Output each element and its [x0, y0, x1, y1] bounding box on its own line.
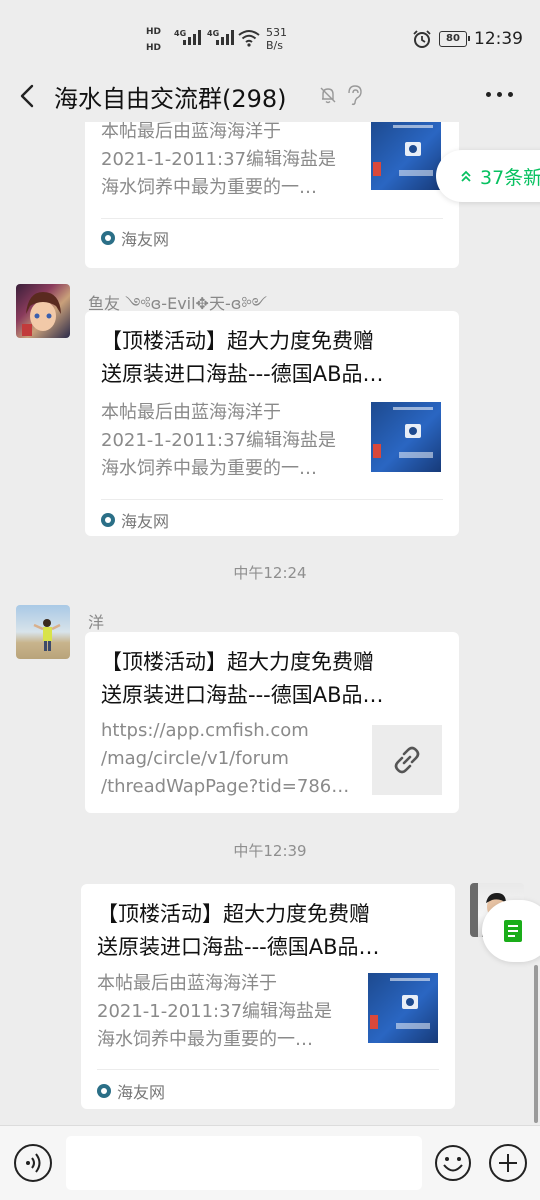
hd-indicator-2: HD [146, 43, 162, 53]
article-thumbnail [371, 122, 441, 190]
link-card[interactable]: 【顶楼活动】超大力度免费赠 送原装进口海盐---德国AB品… https://a… [85, 632, 459, 813]
timestamp: 中午12:24 [233, 564, 307, 582]
network-speed: 531 B/s [266, 26, 287, 52]
voice-icon[interactable] [14, 1144, 52, 1182]
article-source: 海友网 [101, 508, 169, 532]
site-icon [101, 513, 115, 527]
status-bar: HD HD 4G 4G 531 B/s 80 12:39 [0, 0, 540, 80]
link-title: 【顶楼活动】超大力度免费赠 送原装进口海盐---德国AB品… [101, 650, 384, 707]
clock: 12:39 [474, 29, 523, 49]
divider [101, 218, 443, 219]
alarm-icon [413, 30, 431, 48]
hd-indicator-1: HD [146, 27, 162, 37]
chat-header: 海水自由交流群(298) [0, 70, 540, 122]
site-icon [101, 231, 115, 245]
site-icon [97, 1084, 111, 1098]
back-icon[interactable] [14, 80, 44, 112]
divider [101, 499, 443, 500]
avatar[interactable] [16, 284, 70, 338]
signal-icon [183, 30, 201, 45]
article-thumbnail [371, 402, 441, 472]
article-description: 本帖最后由蓝海海洋于 2021-1-2011:37编辑海盐是 海水饲养中最为重要… [101, 402, 337, 479]
ear-icon [348, 85, 362, 106]
avatar[interactable] [16, 605, 70, 659]
mute-icon [320, 87, 336, 104]
wifi-icon [238, 30, 260, 47]
link-icon [394, 746, 420, 774]
article-description: 本帖最后由蓝海海洋于 2021-1-2011:37编辑海盐是 海水饲养中最为重要… [101, 122, 337, 198]
timestamp: 中午12:39 [233, 842, 307, 860]
plus-icon[interactable] [489, 1144, 527, 1182]
floating-document-button[interactable] [482, 900, 540, 962]
battery-icon: 80 [439, 31, 470, 47]
article-title: 【顶楼活动】超大力度免费赠 送原装进口海盐---德国AB品… [97, 902, 380, 959]
more-icon[interactable] [486, 92, 513, 97]
sender-name: 洋 [88, 613, 105, 632]
article-card[interactable]: 【顶楼活动】超大力度免费赠 送原装进口海盐---德国AB品… 本帖最后由蓝海海洋… [85, 311, 459, 536]
double-chevron-up-icon [461, 170, 471, 182]
article-source: 海友网 [101, 226, 169, 250]
article-card[interactable]: 【顶楼活动】超大力度免费赠 送原装进口海盐---德国AB品… 本帖最后由蓝海海洋… [81, 884, 455, 1109]
message-input[interactable] [66, 1136, 422, 1190]
new-messages-label: 37条新 [480, 166, 540, 189]
divider [97, 1069, 439, 1070]
scrollbar[interactable] [534, 965, 538, 1123]
article-thumbnail [368, 973, 438, 1043]
article-description: 本帖最后由蓝海海洋于 2021-1-2011:37编辑海盐是 海水饲养中最为重要… [97, 973, 333, 1050]
document-icon [504, 920, 522, 942]
link-thumbnail [372, 725, 442, 795]
chat-title: 海水自由交流群(298) [54, 85, 287, 113]
article-source: 海友网 [97, 1079, 165, 1103]
article-title: 【顶楼活动】超大力度免费赠 送原装进口海盐---德国AB品… [101, 329, 384, 386]
message-list[interactable]: 本帖最后由蓝海海洋于 2021-1-2011:37编辑海盐是 海水饲养中最为重要… [0, 122, 540, 1125]
signal-icon [216, 30, 234, 45]
input-bar [0, 1125, 540, 1200]
new-messages-button[interactable]: 37条新 [436, 150, 540, 202]
link-url: https://app.cmfish.com /mag/circle/v1/fo… [101, 720, 350, 797]
emoji-icon[interactable] [434, 1144, 472, 1182]
article-card[interactable]: 本帖最后由蓝海海洋于 2021-1-2011:37编辑海盐是 海水饲养中最为重要… [85, 122, 459, 268]
